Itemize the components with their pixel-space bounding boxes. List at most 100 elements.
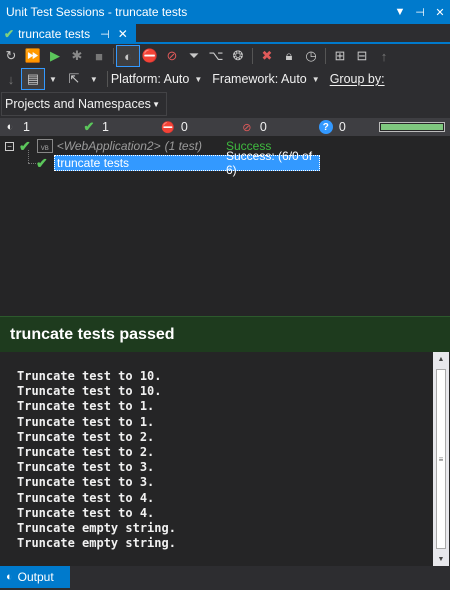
output-text: Truncate test to 10. Truncate test to 10.… (17, 369, 176, 551)
stats-bar: ◐ 1 ✔ 1 ⛔ 0 ⊘ 0 ? 0 (0, 118, 450, 136)
total-count: 1 (23, 120, 30, 134)
success-check-icon: ✔ (36, 154, 48, 171)
progress-fill (381, 124, 443, 130)
output-icon: ◐ (6, 571, 13, 583)
show-all-icon[interactable]: ◐ (116, 45, 140, 67)
pin-icon[interactable]: ⊣ (410, 2, 430, 22)
project-name: <WebApplication2> (56, 139, 161, 153)
toolbar-separator (325, 48, 326, 64)
result-header-title: truncate tests passed (10, 325, 175, 343)
output-line: Truncate test to 4. (17, 505, 155, 520)
total-stat[interactable]: ◐ 1 (3, 120, 30, 134)
group-by-label: Group by: (329, 72, 385, 86)
pin-tab-icon[interactable]: ⊣ (100, 28, 110, 41)
session-toolbar: ↻ ⏩ ▶ ✱ ■ ◐ ⛔ ⊘ ⏷ ⌥ ❂ ✖ 🔒︎ ◷ ⊞ ⊟ ↑ (0, 44, 450, 68)
move-up-icon[interactable]: ↑ (373, 46, 395, 66)
output-line: Truncate empty string. (17, 521, 176, 536)
paws-icon[interactable]: ❂ (227, 46, 249, 66)
document-tab-row: ✔ truncate tests ⊣ ✕ (0, 24, 450, 44)
options-toolbar: ↓ ▤ ▼ ⇱ ▼ Platform: Auto ▼ Framework: Aut… (0, 68, 450, 90)
clock-icon[interactable]: ◷ (300, 46, 322, 66)
framework-dropdown[interactable]: Framework: Auto ▼ (212, 72, 319, 86)
test-status: Success: (6/0 of 6) (226, 149, 313, 177)
test-tree: − ✔ VB <WebApplication2> (1 test) Succes… (0, 136, 450, 316)
output-line: Truncate test to 2. (17, 445, 155, 460)
output-pane: Truncate test to 10. Truncate test to 10.… (0, 352, 450, 566)
layout-dropdown[interactable]: ▼ (44, 75, 57, 84)
toolbar-separator (113, 48, 114, 64)
all-tests-icon: ◐ (6, 121, 14, 133)
window-title: Unit Test Sessions - truncate tests (6, 5, 188, 19)
failed-icon: ⛔ (161, 121, 175, 134)
bottom-tool-tabs: ◐ Output (0, 566, 450, 590)
window-menu-dropdown-icon[interactable]: ▼ (390, 2, 410, 22)
output-line: Truncate test to 1. (17, 399, 155, 414)
window-titlebar: Unit Test Sessions - truncate tests ▼ ⊣ … (0, 0, 450, 24)
ignored-icon: ⊘ (242, 121, 252, 134)
session-tab[interactable]: ✔ truncate tests ⊣ ✕ (0, 24, 136, 44)
ignored-stat[interactable]: ⊘ 0 (240, 120, 267, 134)
failed-stat[interactable]: ⛔ 0 (161, 120, 188, 134)
chevron-down-icon: ▼ (89, 74, 98, 84)
export-icon[interactable]: ⇱ (63, 69, 85, 89)
output-tab-label: Output (17, 570, 54, 584)
filter-icon[interactable]: ⏷ (183, 46, 205, 66)
tree-options-icon[interactable]: ⌥ (205, 46, 227, 66)
group-by-toolbar: Projects and Namespaces ▼ (0, 90, 450, 118)
output-line: Truncate test to 1. (17, 414, 155, 429)
inconclusive-count: 0 (338, 120, 346, 134)
collapse-all-icon[interactable]: ⊟ (351, 46, 373, 66)
group-by-value: Projects and Namespaces (5, 97, 151, 111)
chevron-down-icon: ▼ (194, 74, 203, 84)
platform-dropdown[interactable]: Platform: Auto ▼ (111, 72, 202, 86)
framework-label: Framework: Auto (212, 72, 307, 86)
passed-icon: ✔ (83, 119, 95, 134)
project-test-count: (1 test) (164, 139, 202, 153)
progress-bar (379, 122, 445, 132)
session-tab-label: truncate tests (18, 27, 91, 41)
output-line: Truncate test to 3. (17, 475, 155, 490)
output-line: Truncate test to 10. (17, 369, 162, 383)
ignored-count: 0 (259, 120, 267, 134)
inconclusive-stat[interactable]: ? 0 (318, 120, 346, 134)
scroll-down-icon[interactable]: ▼ (433, 552, 449, 566)
failed-count: 0 (180, 120, 188, 134)
debug-icon[interactable]: ✱ (66, 46, 88, 66)
output-line: Truncate test to 2. (17, 429, 155, 444)
vertical-scrollbar[interactable]: ▲ ≡ ▼ (433, 352, 449, 566)
toolbar-separator (106, 71, 108, 87)
passed-stat[interactable]: ✔ 1 (82, 119, 109, 134)
run-all-icon[interactable]: ⏩ (22, 46, 44, 66)
inconclusive-icon: ? (318, 120, 333, 134)
layout-icon[interactable]: ▤ (21, 68, 45, 90)
stop-icon[interactable]: ■ (88, 46, 110, 66)
group-by-select[interactable]: Projects and Namespaces ▼ (1, 92, 167, 116)
chevron-down-icon: ▼ (311, 74, 320, 84)
chevron-down-icon: ▼ (152, 99, 160, 109)
scroll-up-icon[interactable]: ▲ (433, 352, 449, 366)
test-name: truncate tests (57, 156, 130, 170)
scrollbar-thumb[interactable]: ≡ (436, 369, 446, 549)
show-failed-icon[interactable]: ⛔ (139, 46, 161, 66)
remove-icon[interactable]: ✖ (256, 46, 278, 66)
test-node[interactable]: ✔ truncate tests Success: (6/0 of 6) (0, 149, 320, 177)
vb-project-icon: VB (36, 139, 53, 153)
lock-icon[interactable]: 🔒︎ (278, 46, 300, 66)
output-line: Truncate test to 4. (17, 490, 155, 505)
show-ignored-icon[interactable]: ⊘ (161, 46, 183, 66)
result-header: truncate tests passed (0, 316, 450, 352)
close-window-icon[interactable]: ✕ (430, 2, 450, 22)
export-dropdown[interactable]: ▼ (85, 75, 98, 84)
close-tab-icon[interactable]: ✕ (118, 27, 128, 41)
move-down-icon[interactable]: ↓ (0, 69, 22, 89)
refresh-icon[interactable]: ↻ (0, 46, 22, 66)
output-tab[interactable]: ◐ Output (0, 566, 70, 588)
expand-all-icon[interactable]: ⊞ (329, 46, 351, 66)
collapse-expander-icon[interactable]: − (5, 141, 14, 151)
run-icon[interactable]: ▶ (44, 46, 66, 66)
output-line: Truncate test to 3. (17, 460, 155, 475)
success-check-icon: ✔ (4, 27, 15, 41)
project-node[interactable]: − ✔ VB <WebApplication2> (1 test) Succes… (0, 138, 271, 154)
toolbar-separator (252, 48, 253, 64)
chevron-down-icon: ▼ (49, 74, 57, 84)
